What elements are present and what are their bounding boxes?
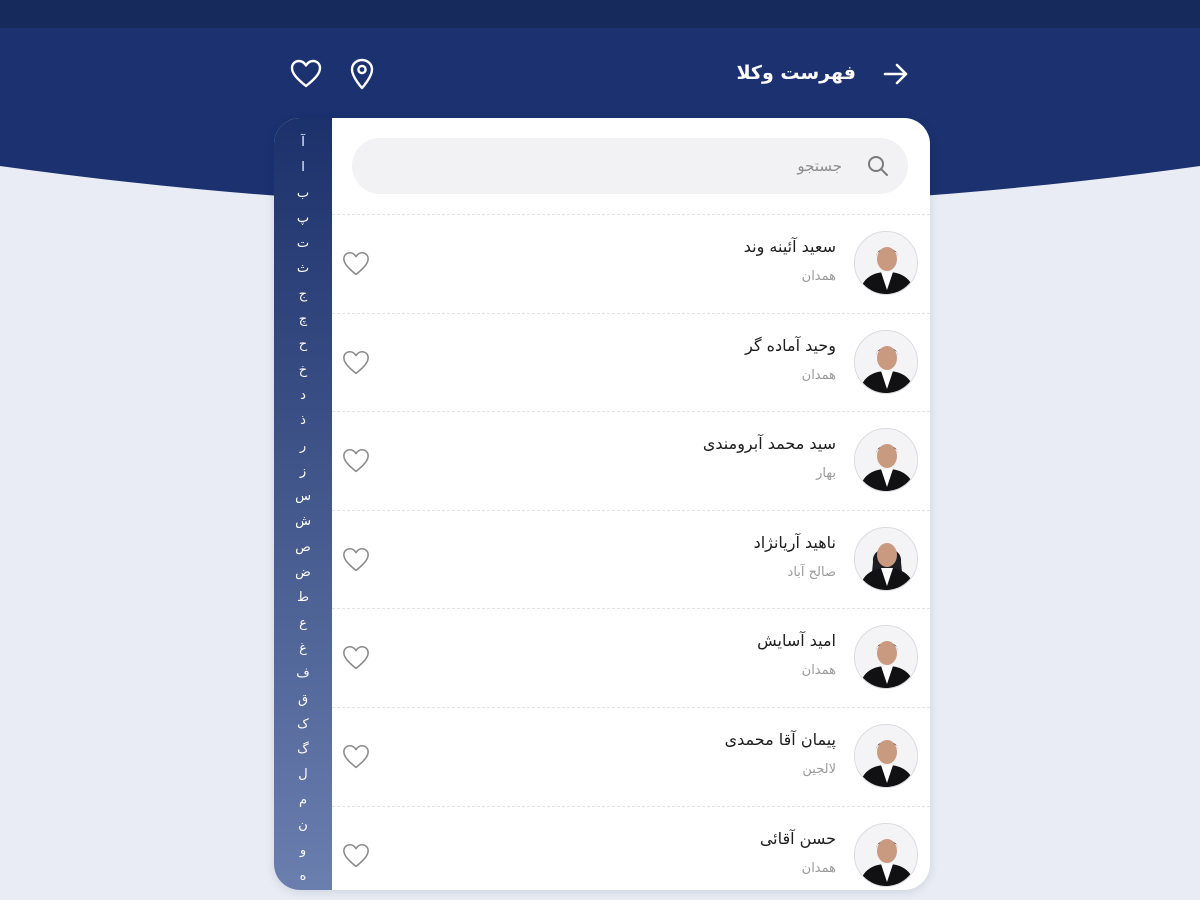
- heart-icon: [343, 744, 369, 769]
- search-icon: [868, 156, 888, 176]
- alphabet-index[interactable]: آابپتثجچحخدذرزسشصضطعغفقکگلمنوهی: [274, 118, 332, 890]
- lawyer-name: سعید آئینه وند: [743, 237, 836, 256]
- favorite-button[interactable]: [342, 251, 370, 277]
- alphabet-letter[interactable]: خ: [299, 358, 307, 383]
- lawyer-row[interactable]: سعید آئینه وند همدان: [332, 214, 930, 313]
- heart-icon: [343, 646, 369, 670]
- lawyer-city: صالح آباد: [787, 564, 836, 580]
- alphabet-letter[interactable]: ی: [298, 889, 308, 890]
- alphabet-letter[interactable]: ک: [297, 712, 309, 737]
- alphabet-letter[interactable]: ض: [295, 560, 311, 585]
- alphabet-letter[interactable]: ح: [299, 332, 307, 357]
- alphabet-letter[interactable]: ق: [298, 687, 308, 712]
- alphabet-letter[interactable]: ذ: [300, 408, 306, 433]
- lawyer-row[interactable]: حسن آقائی همدان: [332, 805, 930, 890]
- favorite-button[interactable]: [342, 448, 370, 474]
- alphabet-letter[interactable]: ن: [298, 813, 308, 838]
- alphabet-letter[interactable]: ث: [297, 256, 309, 281]
- alphabet-letter[interactable]: چ: [299, 307, 307, 332]
- favorite-button[interactable]: [342, 843, 370, 869]
- alphabet-letter[interactable]: ج: [299, 282, 307, 307]
- favorite-button[interactable]: [342, 547, 370, 573]
- heart-icon: [343, 547, 369, 571]
- location-button[interactable]: [344, 56, 380, 92]
- heart-icon: [343, 350, 369, 374]
- heart-icon: [343, 843, 369, 867]
- search-bar[interactable]: [352, 138, 908, 194]
- page-title: فهرست وکلا: [736, 62, 856, 84]
- favorite-button[interactable]: [342, 350, 370, 376]
- alphabet-letter[interactable]: گ: [297, 737, 309, 762]
- favorite-button[interactable]: [342, 744, 370, 770]
- lawyer-row[interactable]: ناهید آریانژاد صالح آباد: [332, 509, 930, 609]
- alphabet-letter[interactable]: ف: [296, 661, 309, 686]
- lawyer-avatar: [854, 329, 918, 394]
- favorite-button[interactable]: [342, 645, 370, 671]
- map-pin-icon: [350, 58, 374, 90]
- favorites-button[interactable]: [288, 56, 324, 92]
- alphabet-letter[interactable]: ط: [297, 585, 309, 610]
- lawyer-name: وحید آماده گر: [745, 335, 836, 355]
- alphabet-letter[interactable]: غ: [299, 636, 307, 661]
- lawyer-avatar: [854, 625, 918, 690]
- app-header: فهرست وکلا: [280, 48, 920, 104]
- back-button[interactable]: [878, 56, 914, 92]
- alphabet-letter[interactable]: ش: [295, 509, 311, 534]
- alphabet-letter[interactable]: ر: [300, 434, 306, 459]
- lawyer-avatar: [854, 231, 918, 295]
- lawyer-name: امید آسایش: [757, 631, 836, 651]
- alphabet-letter[interactable]: م: [299, 788, 307, 813]
- alphabet-letter[interactable]: ل: [298, 762, 307, 787]
- alphabet-letter[interactable]: آ: [301, 130, 305, 155]
- lawyer-city: همدان: [801, 860, 836, 876]
- alphabet-letter[interactable]: ص: [295, 535, 311, 560]
- lawyer-city: همدان: [801, 269, 836, 284]
- alphabet-letter[interactable]: پ: [297, 206, 309, 231]
- lawyer-row[interactable]: امید آسایش همدان: [332, 608, 930, 707]
- lawyer-city: بهار: [816, 466, 836, 482]
- lawyer-city: لالجین: [802, 761, 836, 777]
- lawyer-city: همدان: [801, 367, 836, 383]
- lawyer-name: پیمان آقا محمدی: [724, 729, 836, 749]
- lawyer-row[interactable]: سید محمد آبرومندی بهار: [332, 411, 930, 510]
- lawyer-avatar: [854, 428, 918, 493]
- lawyer-list-card: آابپتثجچحخدذرزسشصضطعغفقکگلمنوهی سعید آئی…: [274, 118, 930, 890]
- alphabet-letter[interactable]: ب: [297, 181, 309, 206]
- heart-icon: [343, 449, 369, 473]
- alphabet-letter[interactable]: ا: [301, 155, 305, 180]
- alphabet-letter[interactable]: و: [300, 838, 306, 863]
- lawyer-city: همدان: [801, 663, 836, 679]
- alphabet-letter[interactable]: ت: [297, 231, 309, 256]
- alphabet-letter[interactable]: ز: [300, 459, 306, 484]
- lawyer-row[interactable]: پیمان آقا محمدی لالجین: [332, 706, 930, 806]
- lawyer-list: سعید آئینه وند همدان وحید آماده گر همدان سید…: [332, 214, 930, 890]
- arrow-right-icon: [883, 63, 908, 85]
- lawyer-avatar: [854, 822, 918, 887]
- lawyer-name: حسن آقائی: [759, 828, 836, 848]
- heart-icon: [343, 251, 369, 276]
- alphabet-letter[interactable]: ه: [300, 864, 307, 889]
- lawyer-name: ناهید آریانژاد: [753, 532, 836, 552]
- search-input[interactable]: [372, 138, 842, 194]
- lawyer-row[interactable]: وحید آماده گر همدان: [332, 312, 930, 412]
- lawyer-avatar: [854, 526, 918, 591]
- lawyer-avatar: [854, 723, 918, 788]
- heart-icon: [290, 59, 322, 88]
- alphabet-letter[interactable]: د: [300, 383, 306, 408]
- lawyer-name: سید محمد آبرومندی: [702, 434, 836, 454]
- alphabet-letter[interactable]: ع: [299, 611, 307, 636]
- alphabet-letter[interactable]: س: [295, 484, 311, 509]
